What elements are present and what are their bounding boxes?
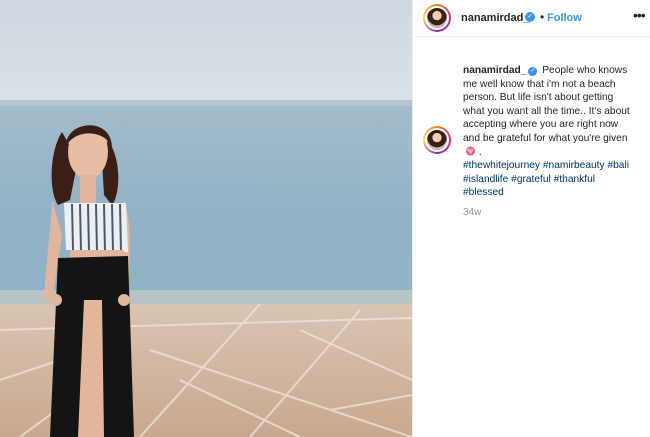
blossom-emoji-icon [466, 146, 475, 156]
caption-line: and be grateful for what you're given [463, 132, 628, 144]
caption-line: what you want all the time.. It's about [463, 105, 630, 117]
hashtag-list: #thewhitejourney #namirbeauty #bali #isl… [463, 160, 629, 198]
separator-dot: • [540, 10, 545, 24]
caption-end: . [478, 146, 482, 158]
caption-line: People who knows [542, 65, 628, 76]
verified-badge-icon: ✓ [525, 12, 535, 22]
follow-button[interactable]: Follow [547, 12, 582, 24]
hashtag-link[interactable]: #blessed [463, 187, 504, 198]
caption-username[interactable]: nanamirdad_ [463, 65, 526, 76]
hashtag-link[interactable]: #bali [607, 160, 629, 171]
avatar[interactable] [423, 4, 451, 32]
header-username[interactable]: nanamirdad_ [461, 12, 529, 24]
post-header: nanamirdad_ ✓ • Follow ••• [413, 0, 650, 37]
post-details-panel: nanamirdad_ ✓ • Follow ••• nanamirdad_ ✓ … [412, 0, 650, 437]
post-photo[interactable] [0, 0, 412, 437]
post-timestamp[interactable]: 34w [463, 207, 481, 218]
caption-line: accepting where you are right now [463, 119, 619, 131]
hashtag-link[interactable]: #islandlife [463, 174, 508, 185]
more-options-icon[interactable]: ••• [633, 7, 646, 23]
hashtag-link[interactable]: #grateful [511, 174, 551, 185]
hashtag-link[interactable]: #thankful [554, 174, 595, 185]
post-caption: nanamirdad_ ✓ People who knows me well kn… [463, 64, 643, 200]
hashtag-link[interactable]: #namirbeauty [543, 160, 605, 171]
hashtag-link[interactable]: #thewhitejourney [463, 160, 540, 171]
caption-line: me well know that i'm not a beach [463, 78, 616, 90]
beach-photo-image [0, 0, 412, 437]
caption-line: person. But life isn't about getting [463, 92, 614, 104]
caption-avatar[interactable] [423, 126, 451, 154]
verified-badge-icon: ✓ [528, 67, 538, 76]
